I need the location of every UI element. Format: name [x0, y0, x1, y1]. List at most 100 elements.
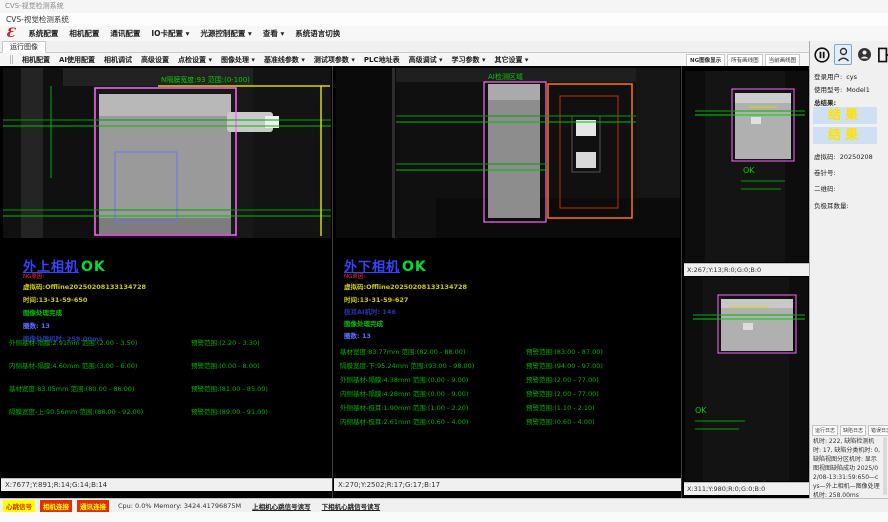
- menu-light-control[interactable]: 光源控制配置 ▾: [200, 28, 251, 39]
- preview-ok-label: OK: [695, 406, 707, 415]
- process-done-upper: 图像处理完成: [23, 307, 62, 317]
- measure-row: 外侧基材-极耳:1.90mm 范围:(1.00 - 2.20): [340, 402, 468, 412]
- process-done-lower: 图像处理完成: [344, 318, 383, 328]
- tool-image-processing[interactable]: 图像处理 ▾: [221, 55, 255, 65]
- preview-image-1[interactable]: OK: [685, 71, 808, 262]
- measure-row: 隔膜宽度-上:90.56mm 范围:(88.00 - 92.00): [9, 406, 143, 416]
- preview-image-2[interactable]: OK: [685, 277, 808, 481]
- warn-range: 预警范围:(89.00 - 91.00): [191, 406, 268, 416]
- warn-range: 预警范围:(2.20 - 3.30): [191, 337, 260, 347]
- total-result-label: 总结果:: [814, 97, 836, 107]
- tab-all-drawn[interactable]: 所有画线图: [727, 54, 763, 66]
- lower-camera-heartbeat-link[interactable]: 下相机心跳信号读写: [322, 501, 381, 511]
- login-user-field: 登录用户:cys: [814, 71, 857, 81]
- virtual-code-lower: 虚拟码:Offline20250208133134728: [344, 281, 467, 291]
- person-circle-icon: [857, 47, 872, 62]
- tool-baseline-params[interactable]: 基准线参数 ▾: [264, 55, 305, 65]
- pixel-status-lower: X:270;Y:2502;R:17;G:17;B:17: [334, 478, 681, 491]
- log-text: 机时: 222, 缺陷检测机时: 17, 缺陷分类机时: 0, 缺陷视图分区机时…: [813, 437, 881, 500]
- ng-reason-upper: NG原因:: [23, 272, 44, 280]
- window-bottom-edge: [0, 512, 888, 522]
- login-user-value: cys: [846, 73, 857, 81]
- result-ok-lower: OK: [402, 259, 427, 275]
- turn-count-upper: 圈数: 13: [23, 320, 50, 330]
- overlay-measure-label: N隔膜宽度:93 范围:(0-100): [161, 75, 250, 84]
- app-window: CVS-视觉检测系统 CVS-视觉检测系统 Ɛ 系统配置 相机配置 通讯配置 I…: [0, 0, 888, 522]
- pixel-status-preview-2: X:311;Y:980;R:0;G:0;B:0: [684, 482, 809, 495]
- app-title: CVS-视觉检测系统: [6, 15, 69, 24]
- neg-tab-count-field: 负极耳数量:: [814, 200, 849, 210]
- warn-range: 预警范围:(2.00 - 77.00): [526, 374, 599, 384]
- result-badge-1: 结果: [813, 107, 877, 124]
- tab-ng-image[interactable]: NG图像显示: [686, 54, 725, 66]
- exit-button[interactable]: [876, 44, 888, 65]
- tool-spot-check[interactable]: 点检设置 ▾: [178, 55, 212, 65]
- preview-ok-label: OK: [743, 166, 755, 175]
- camera-view-upper: N隔膜宽度:93 范围:(0-100) 外上相机OK NG原因: 虚拟码:Off…: [1, 66, 333, 498]
- time-lower: 时间:13-31-59-627: [344, 294, 408, 304]
- log-tab-error[interactable]: 错误日志: [868, 425, 888, 436]
- measure-row: 外侧基材-隔膜:2.91mm 范围:(2.00 - 3.50): [9, 337, 137, 347]
- pause-icon: [814, 45, 830, 65]
- turn-count-lower: 圈数: 13: [344, 330, 371, 340]
- log-scrollbar[interactable]: [883, 437, 887, 495]
- heartbeat-badge: 心跳信号: [3, 500, 35, 512]
- tool-advanced-settings[interactable]: 高级设置: [141, 55, 169, 65]
- measure-row: 基材宽度:83.77mm 范围:(82.00 - 88.00): [340, 346, 465, 356]
- comm-connect-badge: 通讯连接: [77, 500, 109, 512]
- window-title: CVS-视觉检测系统: [5, 2, 64, 10]
- measure-row: 隔膜宽度-下:95.24mm 范围:(93.00 - 98.00): [340, 360, 474, 370]
- result-badge-2: 结果: [813, 127, 877, 144]
- preview-tabs: NG图像显示 所有画线图 当前画线图: [686, 54, 808, 66]
- measure-row: 外侧基材-隔膜:4.38mm 范围:(0.00 - 9.00): [340, 374, 468, 384]
- warn-range: 预警范围:(0.60 - 4.00): [526, 416, 595, 426]
- model-value: Model1: [846, 86, 870, 94]
- warn-range: 预警范围:(83.00 - 87.00): [526, 346, 603, 356]
- pixel-status-preview-1: X:267;Y:13;R:0;G:0;B:0: [684, 263, 809, 276]
- tool-test-params[interactable]: 测试项参数 ▾: [314, 55, 355, 65]
- menu-language-switch[interactable]: 系统语言切换: [295, 28, 340, 39]
- tab-row: 运行图像: [0, 41, 888, 53]
- exit-door-icon: [877, 47, 888, 63]
- app-logo-icon: Ɛ: [6, 26, 15, 41]
- pause-button[interactable]: [813, 44, 831, 65]
- measure-row: 内侧基材-极耳:2.61mm 范围:(0.60 - 4.00): [340, 416, 468, 426]
- right-sidebar: 登录用户:cys 使用型号:Model1 总结果: 结果 结果 虚拟码:2025…: [809, 41, 888, 498]
- window-titlebar: CVS-视觉检测系统: [0, 0, 888, 13]
- menu-io-card-config[interactable]: IO卡配置 ▾: [151, 28, 189, 39]
- tool-advanced-debug[interactable]: 高级调试 ▾: [409, 55, 443, 65]
- user-icon: [837, 47, 850, 63]
- measure-row: 基材宽度:83.05mm 范围:(80.00 - 86.00): [9, 383, 134, 393]
- virtual-code-field: 虚拟码:20250208: [814, 151, 873, 161]
- tool-ai-usage-config[interactable]: AI使用配置: [59, 55, 95, 65]
- account-button[interactable]: [855, 44, 873, 65]
- tool-camera-config[interactable]: 相机配置: [22, 55, 50, 65]
- time-upper: 时间:13-31-59-650: [23, 294, 87, 304]
- camera-image-upper[interactable]: N隔膜宽度:93 范围:(0-100): [3, 68, 331, 238]
- menu-camera-config[interactable]: 相机配置: [69, 28, 99, 39]
- tool-plc-address[interactable]: PLC地址表: [364, 55, 400, 65]
- upper-camera-heartbeat-link[interactable]: 上相机心跳信号读写: [252, 501, 311, 511]
- app-caption-bar: CVS-视觉检测系统: [0, 13, 888, 26]
- sidebar-buttons: [813, 44, 888, 65]
- menu-view[interactable]: 查看 ▾: [263, 28, 284, 39]
- tool-other-settings[interactable]: 其它设置 ▾: [494, 55, 528, 65]
- tab-current-drawn[interactable]: 当前画线图: [765, 54, 801, 66]
- menu-comm-config[interactable]: 通讯配置: [110, 28, 140, 39]
- camera-view-lower: AI检测区域 外下相机OK NG原因: 虚拟码:Offline202502081…: [334, 66, 682, 498]
- pin-number-field: 卷针号:: [814, 167, 836, 177]
- tab-run-image[interactable]: 运行图像: [2, 41, 46, 53]
- tool-learning-params[interactable]: 学习参数 ▾: [452, 55, 486, 65]
- login-user-button[interactable]: [834, 44, 852, 65]
- model-field[interactable]: 使用型号:Model1: [814, 84, 870, 94]
- menu-system-config[interactable]: 系统配置: [28, 28, 58, 39]
- tool-camera-debug[interactable]: 相机调试: [104, 55, 132, 65]
- measure-row: 内侧基材-隔膜:4.28mm 范围:(0.00 - 9.00): [340, 388, 468, 398]
- ai-time-lower: 极耳AI机时: 146: [344, 306, 396, 316]
- log-tab-defect[interactable]: 缺陷日志: [840, 425, 866, 436]
- log-tab-run[interactable]: 运行日志: [812, 425, 838, 436]
- camera-image-lower[interactable]: AI检测区域: [336, 68, 680, 238]
- overlay-ai-label: AI检测区域: [488, 72, 523, 81]
- menu-bar: Ɛ 系统配置 相机配置 通讯配置 IO卡配置 ▾ 光源控制配置 ▾ 查看 ▾ 系…: [0, 26, 888, 41]
- result-ok-upper: OK: [81, 259, 106, 275]
